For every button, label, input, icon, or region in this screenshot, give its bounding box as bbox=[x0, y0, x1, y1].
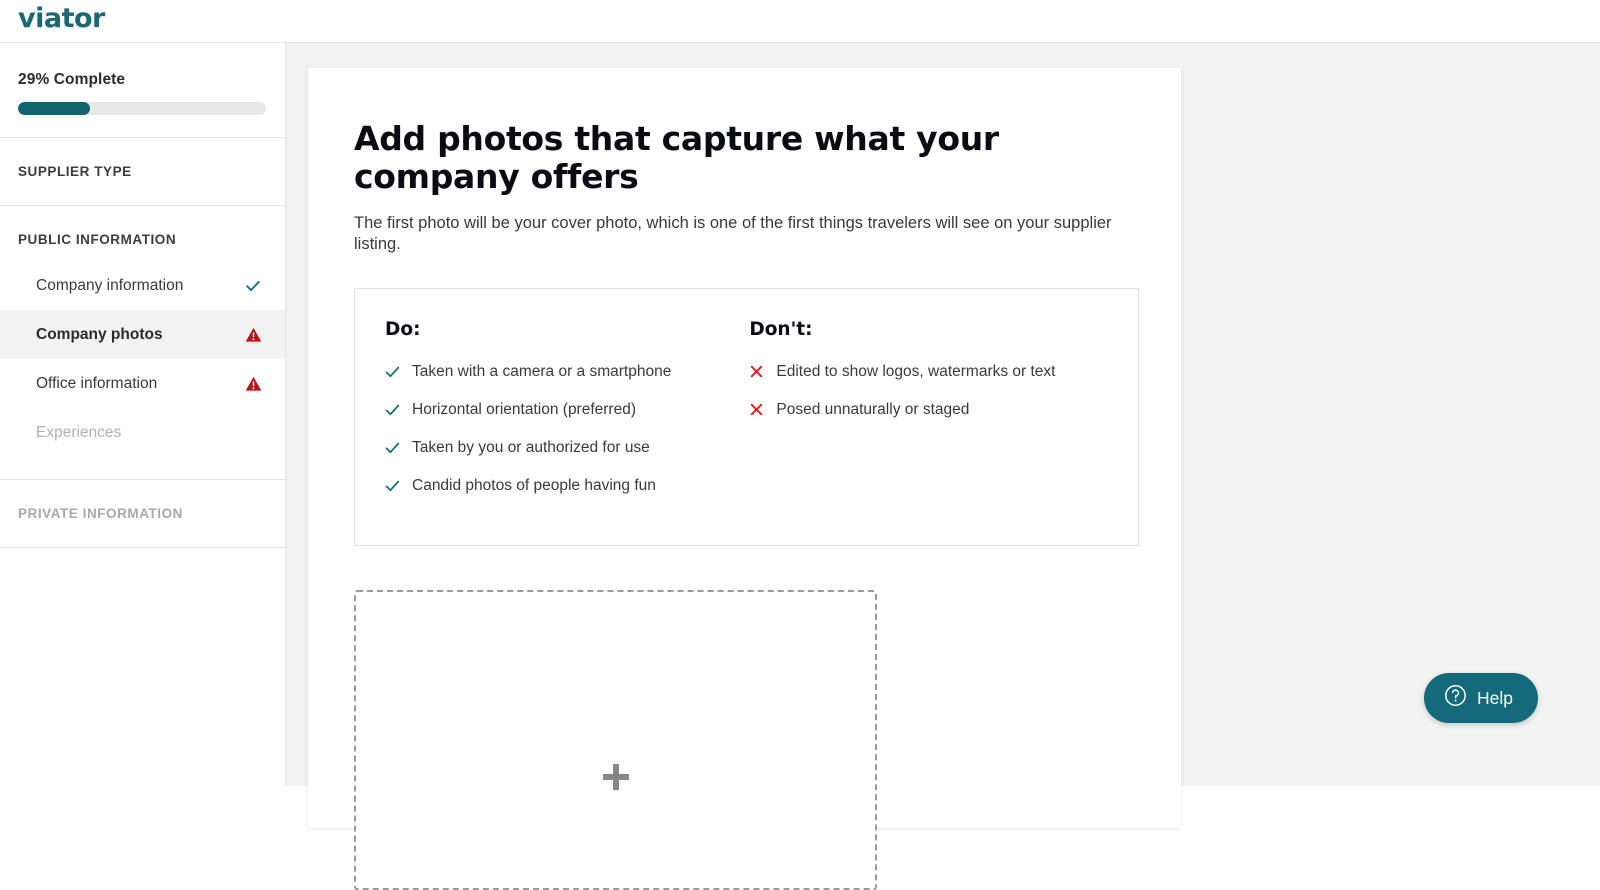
progress-label: 29% Complete bbox=[18, 71, 267, 89]
check-icon bbox=[385, 476, 400, 495]
main-content-card: Add photos that capture what your compan… bbox=[308, 68, 1181, 828]
sidebar-item-label: Company photos bbox=[36, 326, 163, 344]
do-list-item-label: Horizontal orientation (preferred) bbox=[412, 400, 636, 419]
viator-logo[interactable]: viator bbox=[18, 4, 105, 34]
do-list-item: Horizontal orientation (preferred) bbox=[385, 400, 749, 419]
check-icon bbox=[243, 276, 263, 296]
do-heading: Do: bbox=[385, 319, 749, 340]
top-header-bar: viator bbox=[0, 0, 1600, 43]
do-list-item: Taken by you or authorized for use bbox=[385, 438, 749, 457]
sidebar-section-title: PUBLIC INFORMATION bbox=[0, 206, 285, 261]
photo-guidelines-card: Do: Taken with a camera or a smartphone bbox=[354, 288, 1139, 546]
sidebar-section-title[interactable]: SUPPLIER TYPE bbox=[0, 138, 285, 205]
warning-triangle-icon bbox=[243, 374, 263, 394]
close-x-icon bbox=[749, 362, 764, 381]
help-button[interactable]: Help bbox=[1424, 673, 1538, 723]
warning-triangle-icon bbox=[243, 325, 263, 345]
close-x-icon bbox=[749, 400, 764, 419]
dont-list-item-label: Posed unnaturally or staged bbox=[776, 400, 969, 419]
sidebar-section-private-information: PRIVATE INFORMATION bbox=[0, 480, 285, 548]
check-icon bbox=[385, 438, 400, 457]
help-button-label: Help bbox=[1477, 688, 1513, 709]
sidebar-item-company-photos[interactable]: Company photos bbox=[0, 310, 285, 359]
guidelines-dont-column: Don't: Edited to show logos, watermarks … bbox=[749, 319, 1138, 545]
sidebar-item-office-information[interactable]: Office information bbox=[0, 359, 285, 408]
do-list-item: Candid photos of people having fun bbox=[385, 476, 749, 495]
guidelines-do-column: Do: Taken with a camera or a smartphone bbox=[385, 319, 749, 545]
progress-bar-track bbox=[18, 102, 266, 115]
check-icon bbox=[385, 400, 400, 419]
dont-list-item-label: Edited to show logos, watermarks or text bbox=[776, 362, 1055, 381]
sidebar-item-label: Company information bbox=[36, 277, 183, 295]
dont-list-item: Edited to show logos, watermarks or text bbox=[749, 362, 1138, 381]
page-subtitle: The first photo will be your cover photo… bbox=[354, 213, 1135, 255]
do-list-item-label: Taken by you or authorized for use bbox=[412, 438, 650, 457]
sidebar: 29% Complete SUPPLIER TYPE PUBLIC INFORM… bbox=[0, 43, 286, 786]
dont-list-item: Posed unnaturally or staged bbox=[749, 400, 1138, 419]
sidebar-section-title: PRIVATE INFORMATION bbox=[0, 480, 285, 547]
photo-upload-dropzone[interactable] bbox=[354, 590, 877, 890]
progress-block: 29% Complete bbox=[0, 43, 285, 138]
question-circle-icon bbox=[1444, 684, 1467, 712]
do-list-item: Taken with a camera or a smartphone bbox=[385, 362, 749, 381]
sidebar-items-public: Company information Company photos bbox=[0, 261, 285, 479]
plus-icon bbox=[603, 764, 629, 790]
do-list-item-label: Candid photos of people having fun bbox=[412, 476, 656, 495]
dont-heading: Don't: bbox=[749, 319, 1138, 340]
sidebar-item-label: Office information bbox=[36, 375, 157, 393]
check-icon bbox=[385, 362, 400, 381]
page-title: Add photos that capture what your compan… bbox=[354, 120, 1074, 196]
sidebar-section-public-information: PUBLIC INFORMATION Company information C… bbox=[0, 206, 285, 480]
card-inner: Add photos that capture what your compan… bbox=[308, 68, 1181, 890]
progress-bar-fill bbox=[18, 102, 90, 115]
sidebar-section-supplier-type: SUPPLIER TYPE bbox=[0, 138, 285, 206]
sidebar-item-experiences: Experiences bbox=[0, 408, 285, 457]
do-list-item-label: Taken with a camera or a smartphone bbox=[412, 362, 671, 381]
sidebar-item-label: Experiences bbox=[36, 424, 121, 442]
sidebar-item-company-information[interactable]: Company information bbox=[0, 261, 285, 310]
